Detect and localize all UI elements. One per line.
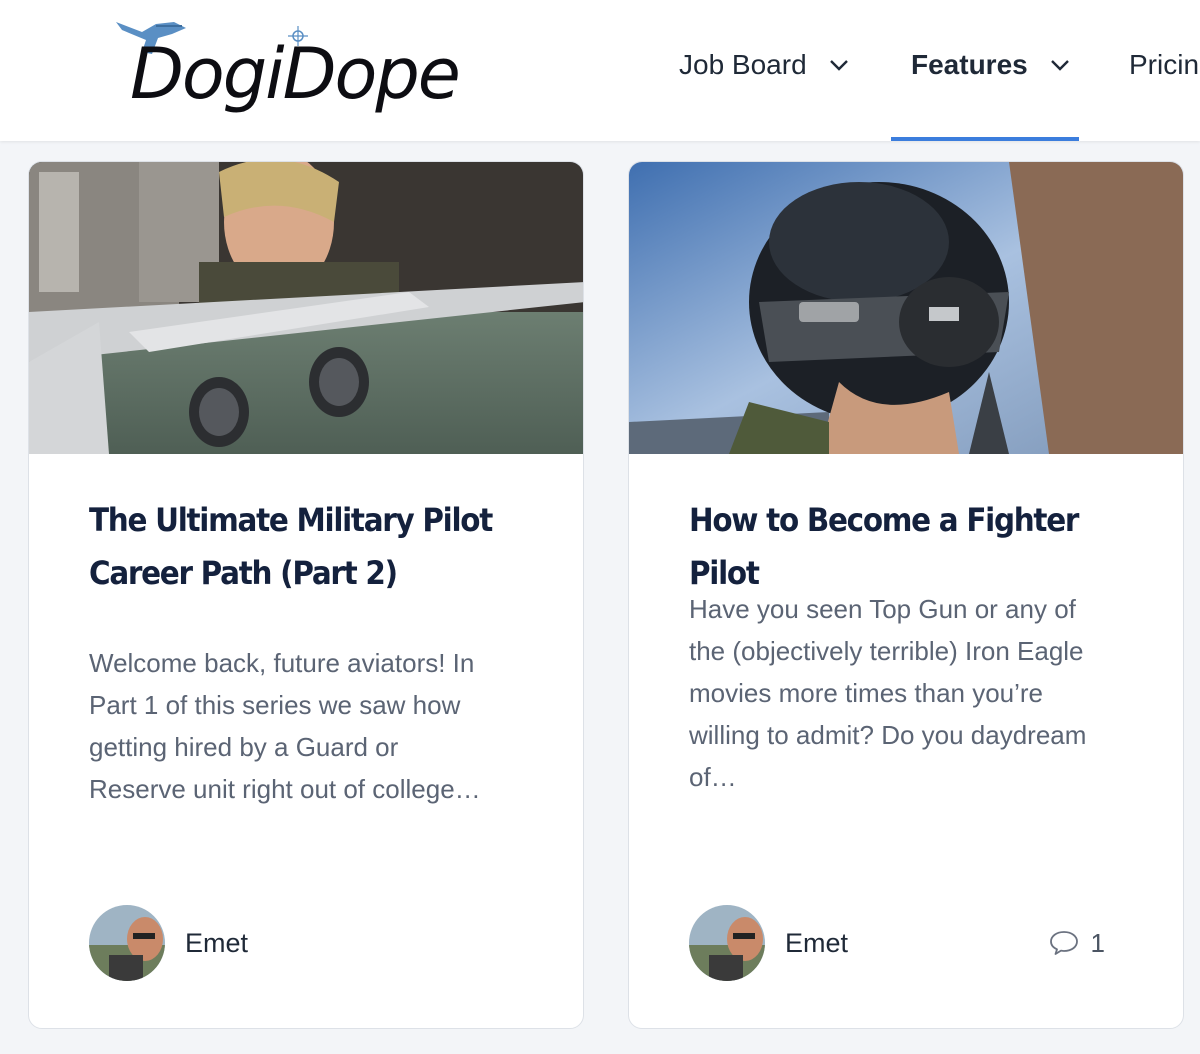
excerpt-line: movies more times than you’re xyxy=(689,678,1044,708)
article-title[interactable]: How to Become a Fighter Pilot xyxy=(689,494,1094,600)
excerpt-line: of… xyxy=(689,762,737,792)
site-header: DogiDope Job Board Features Pricin xyxy=(0,0,1200,141)
nav-features-label: Features xyxy=(911,49,1028,80)
article-excerpt: Have you seen Top Gun or any of the (obj… xyxy=(689,588,1129,798)
excerpt-line: willing to admit? Do you daydream xyxy=(689,720,1087,750)
logo-text: DogiDope xyxy=(130,33,461,115)
article-image[interactable] xyxy=(29,162,584,454)
excerpt-line: Welcome back, future aviators! In xyxy=(89,648,475,678)
article-title-line: Career Path (Part 2) xyxy=(89,554,398,592)
article-title[interactable]: The Ultimate Military Pilot Career Path … xyxy=(89,494,494,600)
article-excerpt: Welcome back, future aviators! In Part 1… xyxy=(89,642,529,810)
author-name[interactable]: Emet xyxy=(785,928,848,959)
excerpt-line: Reserve unit right out of college… xyxy=(89,774,481,804)
excerpt-line: Have you seen Top Gun or any of xyxy=(689,594,1076,624)
comment-icon xyxy=(1049,931,1078,955)
article-author[interactable]: Emet xyxy=(89,904,248,982)
article-title-line: How to Become a Fighter Pilot xyxy=(689,501,1079,592)
nav-pricing[interactable]: Pricin xyxy=(1129,40,1199,90)
nav-job-board[interactable]: Job Board xyxy=(679,40,849,90)
article-card[interactable]: The Ultimate Military Pilot Career Path … xyxy=(28,161,584,1029)
avatar[interactable] xyxy=(89,905,165,981)
nav-features[interactable]: Features xyxy=(911,40,1070,90)
comments-link[interactable]: 1 xyxy=(1049,924,1105,962)
nav-pricing-label: Pricin xyxy=(1129,49,1200,80)
excerpt-line: Part 1 of this series we saw how xyxy=(89,690,461,720)
author-name[interactable]: Emet xyxy=(185,928,248,959)
comment-count: 1 xyxy=(1090,927,1105,958)
excerpt-line: the (objectively terrible) Iron Eagle xyxy=(689,636,1084,666)
site-logo[interactable]: DogiDope xyxy=(112,14,502,122)
article-title-line: The Ultimate Military Pilot xyxy=(89,501,493,539)
active-nav-indicator xyxy=(891,137,1079,141)
article-image[interactable] xyxy=(629,162,1184,454)
article-author[interactable]: Emet xyxy=(689,904,848,982)
avatar[interactable] xyxy=(689,905,765,981)
article-card[interactable]: How to Become a Fighter Pilot Have you s… xyxy=(628,161,1184,1029)
excerpt-line: getting hired by a Guard or xyxy=(89,732,399,762)
nav-job-board-label: Job Board xyxy=(679,49,807,80)
chevron-down-icon xyxy=(829,60,848,71)
chevron-down-icon xyxy=(1050,60,1069,71)
